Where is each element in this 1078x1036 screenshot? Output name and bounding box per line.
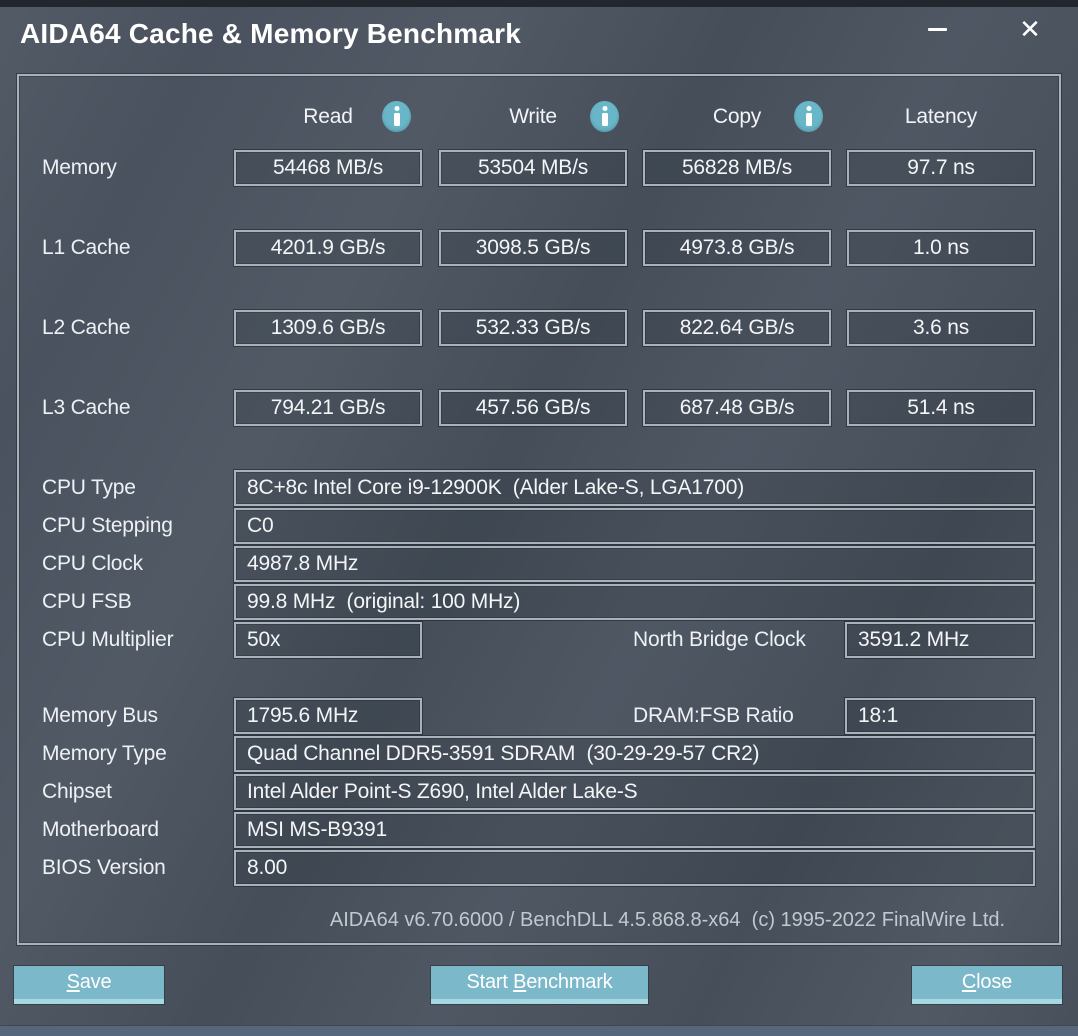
start-button-label-post: enchmark (526, 971, 613, 993)
north-bridge-clock-label: North Bridge Clock (633, 628, 806, 651)
memory-copy-value: 56828 MB/s (643, 150, 831, 186)
window-top-edge (0, 0, 1078, 7)
l2-copy-value: 822.64 GB/s (643, 310, 831, 346)
minimize-icon (927, 27, 947, 31)
column-header-latency: Latency (904, 105, 978, 128)
cpu-multiplier-label: CPU Multiplier (42, 628, 174, 651)
l3-latency-value: 51.4 ns (847, 390, 1035, 426)
cpu-multiplier-value: 50x (234, 622, 422, 658)
memory-latency-value: 97.7 ns (847, 150, 1035, 186)
cpu-clock-label: CPU Clock (42, 552, 143, 575)
cpu-type-value: 8C+8c Intel Core i9-12900K (Alder Lake-S… (234, 470, 1035, 506)
motherboard-label: Motherboard (42, 818, 159, 841)
write-info-icon[interactable] (590, 101, 619, 132)
save-button-accesskey: S (66, 971, 80, 993)
cpu-clock-value: 4987.8 MHz (234, 546, 1035, 582)
close-icon: ✕ (1019, 14, 1041, 44)
chipset-label: Chipset (42, 780, 112, 803)
cpu-stepping-label: CPU Stepping (42, 514, 173, 537)
save-button-label-post: ave (79, 971, 112, 993)
cpu-fsb-value: 99.8 MHz (original: 100 MHz) (234, 584, 1035, 620)
l2-read-value: 1309.6 GB/s (234, 310, 422, 346)
memory-write-value: 53504 MB/s (439, 150, 627, 186)
close-dialog-button[interactable]: Close (912, 966, 1062, 1004)
bios-version-label: BIOS Version (42, 856, 166, 879)
motherboard-value: MSI MS-B9391 (234, 812, 1035, 848)
l1-copy-value: 4973.8 GB/s (643, 230, 831, 266)
cpu-fsb-label: CPU FSB (42, 590, 132, 613)
l3-cache-row-label: L3 Cache (42, 396, 131, 419)
cpu-type-label: CPU Type (42, 476, 136, 499)
l1-write-value: 3098.5 GB/s (439, 230, 627, 266)
memory-bus-label: Memory Bus (42, 704, 158, 727)
l1-read-value: 4201.9 GB/s (234, 230, 422, 266)
memory-row-label: Memory (42, 156, 117, 179)
memory-type-value: Quad Channel DDR5-3591 SDRAM (30-29-29-5… (234, 736, 1035, 772)
bios-version-value: 8.00 (234, 850, 1035, 886)
dram-fsb-ratio-value: 18:1 (845, 698, 1035, 734)
l3-read-value: 794.21 GB/s (234, 390, 422, 426)
north-bridge-clock-value: 3591.2 MHz (845, 622, 1035, 658)
memory-type-label: Memory Type (42, 742, 167, 765)
l1-latency-value: 1.0 ns (847, 230, 1035, 266)
window-title: AIDA64 Cache & Memory Benchmark (20, 18, 522, 49)
chipset-value: Intel Alder Point-S Z690, Intel Alder La… (234, 774, 1035, 810)
l2-write-value: 532.33 GB/s (439, 310, 627, 346)
titlebar-close-button[interactable]: ✕ (1007, 8, 1053, 50)
copy-info-icon[interactable] (794, 101, 823, 132)
version-footer-text: AIDA64 v6.70.6000 / BenchDLL 4.5.868.8-x… (329, 908, 1006, 931)
cpu-stepping-value: C0 (234, 508, 1035, 544)
l1-cache-row-label: L1 Cache (42, 236, 131, 259)
l3-write-value: 457.56 GB/s (439, 390, 627, 426)
start-button-accesskey: B (513, 971, 527, 993)
taskbar-strip (0, 1025, 1078, 1036)
l2-cache-row-label: L2 Cache (42, 316, 131, 339)
l3-copy-value: 687.48 GB/s (643, 390, 831, 426)
close-button-label-post: lose (976, 971, 1013, 993)
l2-latency-value: 3.6 ns (847, 310, 1035, 346)
minimize-button[interactable] (914, 8, 960, 50)
dram-fsb-ratio-label: DRAM:FSB Ratio (633, 704, 794, 727)
aida64-benchmark-window: AIDA64 Cache & Memory Benchmark ✕ Read W… (0, 0, 1078, 1036)
memory-bus-value: 1795.6 MHz (234, 698, 422, 734)
start-benchmark-button[interactable]: Start Benchmark (431, 966, 648, 1004)
memory-read-value: 54468 MB/s (234, 150, 422, 186)
save-button[interactable]: Save (14, 966, 164, 1004)
close-button-accesskey: C (961, 971, 977, 993)
start-button-label-pre: Start (466, 971, 514, 993)
read-info-icon[interactable] (382, 101, 411, 132)
